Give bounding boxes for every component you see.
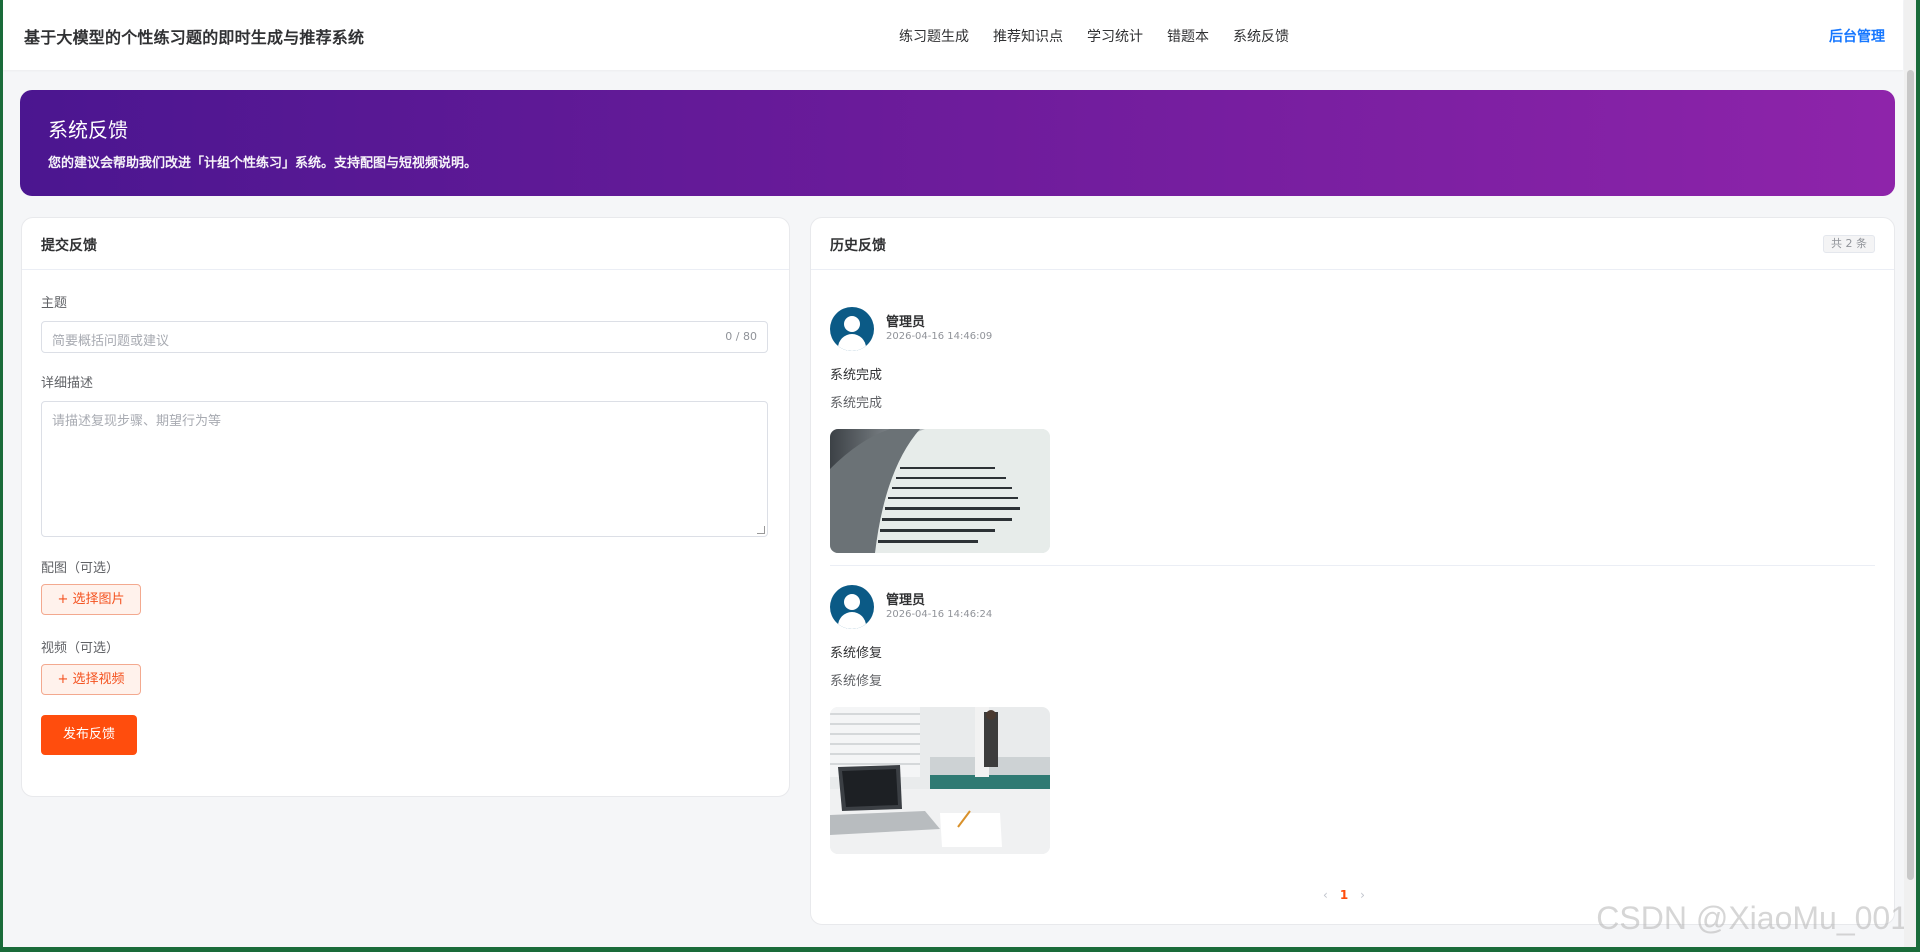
choose-video-button[interactable]: + 选择视频 — [41, 664, 141, 695]
next-page-icon[interactable]: › — [1360, 888, 1365, 902]
feedback-item: 管理员 2026-04-16 14:46:09 系统完成 系统完成 — [830, 307, 1875, 553]
book-page-photo[interactable] — [830, 429, 1050, 553]
scrollbar-thumb[interactable] — [1907, 70, 1914, 880]
main-nav: 练习题生成 推荐知识点 学习统计 错题本 系统反馈 — [899, 26, 1289, 46]
top-navigation-bar: 基于大模型的个性练习题的即时生成与推荐系统 练习题生成 推荐知识点 学习统计 错… — [3, 0, 1903, 70]
page-title: 系统反馈 — [48, 118, 128, 142]
item-divider — [830, 565, 1875, 566]
vertical-scrollbar[interactable] — [1904, 0, 1916, 947]
classroom-laptop-photo[interactable] — [830, 707, 1050, 854]
card-title: 历史反馈 — [830, 238, 886, 254]
nav-item-study-stats[interactable]: 学习统计 — [1087, 26, 1143, 46]
watermark: CSDN @XiaoMu_001 — [1596, 900, 1908, 936]
subject-placeholder: 简要概括问题或建议 — [52, 334, 170, 349]
description-label: 详细描述 — [41, 376, 94, 391]
feedback-description: 系统修复 — [830, 674, 883, 689]
feedback-time: 2026-04-16 14:46:24 — [886, 609, 993, 620]
admin-link[interactable]: 后台管理 — [1829, 26, 1885, 46]
card-header: 历史反馈 共 2 条 — [811, 218, 1894, 270]
description-textarea[interactable]: 请描述复现步骤、期望行为等 — [41, 401, 768, 537]
nav-item-wrong-answers[interactable]: 错题本 — [1167, 26, 1209, 46]
nav-item-exercise-generation[interactable]: 练习题生成 — [899, 26, 969, 46]
card-title: 提交反馈 — [41, 238, 97, 254]
page: 基于大模型的个性练习题的即时生成与推荐系统 练习题生成 推荐知识点 学习统计 错… — [3, 0, 1916, 947]
submit-feedback-card: 提交反馈 主题 简要概括问题或建议 0 / 80 详细描述 请描述复现步骤、期望… — [21, 217, 790, 797]
page-number-current[interactable]: 1 — [1340, 888, 1348, 902]
avatar-icon — [830, 585, 874, 629]
publish-feedback-button[interactable]: 发布反馈 — [41, 715, 137, 755]
feedback-item: 管理员 2026-04-16 14:46:24 系统修复 系统修复 — [830, 585, 1875, 854]
subject-label: 主题 — [41, 296, 68, 311]
nav-item-recommended-topics[interactable]: 推荐知识点 — [993, 26, 1063, 46]
feedback-subject: 系统完成 — [830, 368, 883, 383]
subject-char-count: 0 / 80 — [725, 330, 757, 343]
feedback-subject: 系统修复 — [830, 646, 883, 661]
feedback-banner: 系统反馈 您的建议会帮助我们改进「计组个性练习」系统。支持配图与短视频说明。 — [20, 90, 1895, 196]
subject-input[interactable]: 简要概括问题或建议 0 / 80 — [41, 321, 768, 353]
video-label: 视频（可选） — [41, 641, 120, 656]
image-label: 配图（可选） — [41, 561, 120, 576]
avatar-icon — [830, 307, 874, 351]
nav-item-feedback[interactable]: 系统反馈 — [1233, 26, 1289, 46]
prev-page-icon[interactable]: ‹ — [1323, 888, 1328, 902]
pagination: ‹ 1 › — [1323, 888, 1365, 902]
description-placeholder: 请描述复现步骤、期望行为等 — [52, 414, 222, 429]
resize-handle-icon[interactable] — [757, 526, 765, 534]
card-header: 提交反馈 — [22, 218, 789, 270]
count-badge: 共 2 条 — [1823, 235, 1875, 253]
feedback-history-card: 历史反馈 共 2 条 管理员 2026-04-16 14:46:09 系统完成 … — [810, 217, 1895, 925]
app-title: 基于大模型的个性练习题的即时生成与推荐系统 — [24, 28, 365, 47]
feedback-description: 系统完成 — [830, 396, 883, 411]
feedback-time: 2026-04-16 14:46:09 — [886, 331, 993, 342]
feedback-user: 管理员 — [886, 593, 926, 608]
choose-image-button[interactable]: + 选择图片 — [41, 584, 141, 615]
feedback-user: 管理员 — [886, 315, 926, 330]
page-subtitle: 您的建议会帮助我们改进「计组个性练习」系统。支持配图与短视频说明。 — [48, 156, 478, 171]
